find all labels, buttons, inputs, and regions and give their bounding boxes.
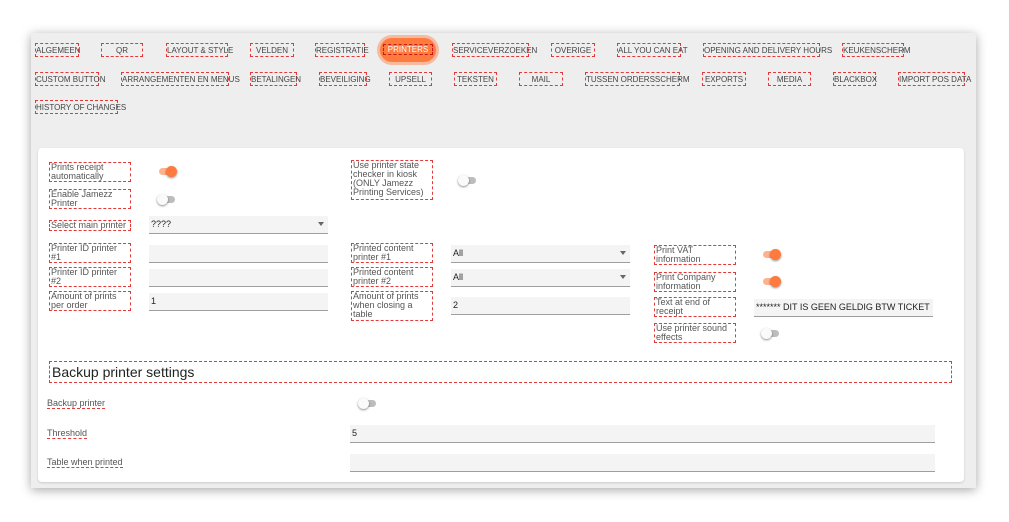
tab-registratie[interactable]: REGISTRATIE [315,43,369,57]
tab-import-pos-data[interactable]: IMPORT POS DATA [898,72,971,86]
tab-beveiliging[interactable]: BEVEILIGING [319,72,371,86]
main-printer-value: ???? [151,219,172,229]
enable-jamezz-label: Enable Jamezz Printer [49,189,131,209]
amount-prints-label: Amount of prints per order [49,291,131,311]
toggle-knob [761,328,772,339]
toggle-knob [770,276,781,287]
toggle-knob [157,194,168,205]
tab-mail[interactable]: MAIL [519,72,563,86]
tab-algemeen[interactable]: ALGEMEEN [35,43,80,57]
tab-betalingen[interactable]: BETALINGEN [250,72,301,86]
backup-printer-toggle[interactable] [358,398,378,410]
tab-teksten[interactable]: TEKSTEN [454,72,497,86]
toggle-knob [770,249,781,260]
content-printer-2-label: Printed content printer #2 [351,267,433,287]
main-printer-select[interactable]: ???? [149,216,328,234]
closing-table-label: Amount of prints when closing a table [351,291,433,321]
content-printer-1-select[interactable]: All [451,245,630,263]
text-end-receipt-input[interactable]: ******* DIT IS GEEN GELDIG BTW TICKET [754,299,933,317]
tab-exports[interactable]: EXPORTS [702,72,746,86]
toggle-knob [458,175,469,186]
backup-settings-title: Backup printer settings [49,361,952,383]
sound-effects-label: Use printer sound effects [654,323,736,343]
chevron-down-icon [620,251,626,255]
enable-jamezz-toggle[interactable] [157,194,177,206]
print-vat-toggle[interactable] [761,249,781,261]
chevron-down-icon [620,275,626,279]
tab-arrangementen-menus[interactable]: ARRANGEMENTEN EN MENUS [121,72,240,86]
printer-id-1-input[interactable] [149,245,328,263]
tab-tussen-ordersscherm[interactable]: TUSSEN ORDERSSCHERM [585,72,690,86]
tab-keukenscherm[interactable]: KEUKENSCHERM [842,43,911,57]
tab-blackbox[interactable]: BLACKBOX [833,72,877,86]
backup-printer-label: Backup printer [47,398,106,409]
tab-custom-button[interactable]: CUSTOM BUTTON [35,72,105,86]
prints-receipt-label: Prints receipt automatically [49,162,131,182]
content-printer-2-select[interactable]: All [451,269,630,287]
state-checker-toggle[interactable] [458,175,478,187]
tab-media[interactable]: MEDIA [768,72,811,86]
content-printer-1-label: Printed content printer #1 [351,243,433,263]
prints-receipt-toggle[interactable] [157,166,177,178]
tab-opening-delivery-hours[interactable]: OPENING AND DELIVERY HOURS [703,43,832,57]
tab-layout-style[interactable]: LAYOUT & STYLE [166,43,233,57]
text-end-receipt-label: Text at end of receipt [654,297,736,317]
threshold-label: Threshold [47,428,88,439]
print-vat-label: Print VAT information [654,245,736,265]
printer-id-1-label: Printer ID printer #1 [49,243,131,263]
state-checker-label: Use printer state checker in kiosk (ONLY… [351,160,433,200]
toggle-knob [166,166,177,177]
tab-printers-label: PRINTERS [382,44,434,55]
tab-qr[interactable]: QR [101,43,143,57]
toggle-knob [358,398,369,409]
tab-upsell[interactable]: UPSELL [389,72,432,86]
content-printer-1-value: All [453,248,464,258]
tab-history-of-changes[interactable]: HISTORY OF CHANGES [35,100,126,114]
content-printer-2-value: All [453,272,464,282]
tab-printers[interactable]: PRINTERS [380,38,436,62]
tab-overige[interactable]: OVERIGE [551,43,595,57]
threshold-input[interactable]: 5 [350,425,935,443]
tab-velden[interactable]: VELDEN [250,43,294,57]
amount-prints-input[interactable]: 1 [149,293,328,311]
sound-effects-toggle[interactable] [761,328,781,340]
table-when-printed-label: Table when printed [47,457,123,468]
printer-id-2-label: Printer ID printer #2 [49,267,131,287]
printer-id-2-input[interactable] [149,269,328,287]
main-printer-label: Select main printer [49,220,131,231]
print-company-label: Print Company information [654,272,736,292]
tab-serviceverzoeken[interactable]: SERVICEVERZOEKEN [452,43,537,57]
closing-table-input[interactable]: 2 [451,297,630,315]
table-when-printed-input[interactable] [350,454,935,472]
chevron-down-icon [318,222,324,226]
tab-all-you-can-eat[interactable]: ALL YOU CAN EAT [617,43,688,57]
print-company-toggle[interactable] [761,276,781,288]
